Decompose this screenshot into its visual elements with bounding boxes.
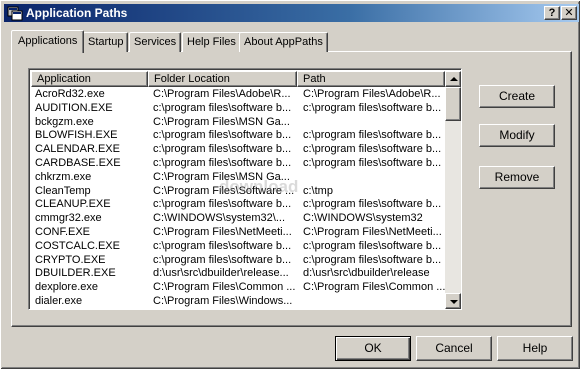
tab-services[interactable]: Services (129, 32, 182, 52)
ok-button[interactable]: OK (335, 336, 411, 361)
list-item[interactable]: CARDBASE.EXE c:\program files\software b.… (31, 157, 445, 171)
column-header-folder-location[interactable]: Folder Location (148, 71, 297, 87)
list-item[interactable]: CleanTemp C:\Program Files\Software ... c:… (31, 185, 445, 199)
app-icon (7, 6, 23, 21)
tab-help-files[interactable]: Help Files (182, 32, 241, 52)
cell-application: CONF.EXE (35, 225, 91, 238)
cell-application: AcroRd32.exe (35, 88, 105, 100)
cell-application: dialer.exe (35, 294, 83, 307)
cell-application: cmmgr32.exe (35, 212, 102, 225)
cell-folder-location: C:\Program Files\Windows... (153, 294, 293, 307)
close-caption-button[interactable]: ✕ (561, 6, 577, 20)
cell-application: dexplore.exe (35, 281, 98, 294)
vertical-scrollbar[interactable] (445, 71, 461, 309)
scroll-down-button[interactable] (445, 293, 461, 309)
window-title: Application Paths (26, 6, 128, 20)
cell-path: c:\program files\software b... (303, 143, 442, 156)
scroll-thumb[interactable] (445, 87, 461, 121)
list-item[interactable]: CALENDAR.EXE c:\program files\software b.… (31, 143, 445, 157)
list-item[interactable]: DBUILDER.EXE d:\usr\src\dbuilder\release.… (31, 267, 445, 281)
list-item[interactable]: dialer.exe C:\Program Files\Windows... (31, 295, 445, 309)
cell-path: c:\program files\software b... (303, 239, 442, 252)
list-item[interactable]: dexplore.exe C:\Program Files\Common ... C… (31, 281, 445, 295)
cell-application: BLOWFISH.EXE (35, 129, 118, 142)
cell-path: C:\WINDOWS\system32 (303, 212, 423, 225)
arrow-down-icon (450, 300, 458, 304)
cell-path: c:\program files\software b... (303, 101, 442, 114)
remove-button[interactable]: Remove (479, 166, 555, 189)
list-item[interactable]: bckgzm.exe C:\Program Files\MSN Ga... (31, 116, 445, 130)
cell-path: c:\tmp (303, 184, 333, 197)
cell-folder-location: C:\WINDOWS\system32\... (153, 212, 286, 225)
cell-application: DBUILDER.EXE (35, 267, 116, 280)
cell-folder-location: C:\Program Files\Common ... (153, 281, 296, 294)
column-header-application[interactable]: Application (31, 71, 148, 87)
list-item[interactable]: AcroRd32.exe C:\Program Files\Adobe\R... C… (31, 88, 445, 102)
cell-application: CRYPTO.EXE (35, 253, 106, 266)
list-item[interactable]: COSTCALC.EXE c:\program files\software b.… (31, 240, 445, 254)
application-list[interactable]: Application Folder Location Path AcroRd3… (28, 68, 462, 310)
title-bar[interactable]: Application Paths ? ✕ (4, 4, 579, 22)
list-item[interactable]: CRYPTO.EXE c:\program files\software b...… (31, 254, 445, 268)
cell-folder-location: c:\program files\software b... (153, 239, 292, 252)
cell-path: c:\program files\software b... (303, 156, 442, 169)
cell-application: COSTCALC.EXE (35, 239, 120, 252)
list-header: Application Folder Location Path (31, 71, 445, 87)
application-paths-dialog: Application Paths ? ✕ Applications Start… (0, 0, 581, 370)
scroll-up-button[interactable] (445, 71, 461, 87)
cell-folder-location: d:\usr\src\dbuilder\release... (153, 267, 289, 280)
cell-folder-location: c:\program files\software b... (153, 253, 292, 266)
arrow-up-icon (450, 77, 458, 81)
cell-application: bckgzm.exe (35, 115, 94, 128)
cell-folder-location: c:\program files\software b... (153, 198, 292, 211)
cell-path: C:\Program Files\Common ... (303, 281, 445, 294)
cell-folder-location: C:\Program Files\NetMeeti... (153, 225, 292, 238)
cell-folder-location: C:\Program Files\Adobe\R... (153, 88, 291, 100)
cell-application: CARDBASE.EXE (35, 156, 121, 169)
cell-folder-location: C:\Program Files\Software ... (153, 184, 295, 197)
tab-about-apppaths[interactable]: About AppPaths (239, 32, 328, 52)
cell-path: C:\Program Files\NetMeeti... (303, 225, 442, 238)
list-rows: AcroRd32.exe C:\Program Files\Adobe\R... C… (31, 88, 445, 309)
cell-path: c:\program files\software b... (303, 253, 442, 266)
cell-folder-location: C:\Program Files\MSN Ga... (153, 170, 290, 183)
tab-applications[interactable]: Applications (11, 30, 85, 53)
list-item[interactable]: CLEANUP.EXE c:\program files\software b..… (31, 198, 445, 212)
cell-application: CLEANUP.EXE (35, 198, 111, 211)
cell-folder-location: c:\program files\software b... (153, 129, 292, 142)
cell-folder-location: c:\program files\software b... (153, 101, 292, 114)
cell-path: d:\usr\src\dbuilder\release (303, 267, 430, 280)
cell-application: AUDITION.EXE (35, 101, 113, 114)
list-item[interactable]: BLOWFISH.EXE c:\program files\software b.… (31, 129, 445, 143)
help-button[interactable]: Help (497, 336, 573, 361)
cell-path: c:\program files\software b... (303, 129, 442, 142)
create-button[interactable]: Create (479, 85, 555, 108)
cell-application: CALENDAR.EXE (35, 143, 120, 156)
cell-folder-location: C:\Program Files\MSN Ga... (153, 115, 290, 128)
list-item[interactable]: CONF.EXE C:\Program Files\NetMeeti... C:\P… (31, 226, 445, 240)
cancel-button[interactable]: Cancel (416, 336, 492, 361)
modify-button[interactable]: Modify (479, 124, 555, 147)
list-item[interactable]: AUDITION.EXE c:\program files\software b.… (31, 102, 445, 116)
column-header-path[interactable]: Path (297, 71, 445, 87)
list-item[interactable]: chkrzm.exe C:\Program Files\MSN Ga... (31, 171, 445, 185)
tab-startup[interactable]: Startup (83, 32, 129, 52)
help-caption-button[interactable]: ? (544, 6, 560, 20)
cell-path: c:\program files\software b... (303, 198, 442, 211)
cell-folder-location: c:\program files\software b... (153, 156, 292, 169)
cell-path: C:\Program Files\Adobe\R... (303, 88, 441, 100)
cell-application: chkrzm.exe (35, 170, 92, 183)
cell-folder-location: c:\program files\software b... (153, 143, 292, 156)
cell-application: CleanTemp (35, 184, 91, 197)
list-item[interactable]: cmmgr32.exe C:\WINDOWS\system32\... C:\WIN… (31, 212, 445, 226)
